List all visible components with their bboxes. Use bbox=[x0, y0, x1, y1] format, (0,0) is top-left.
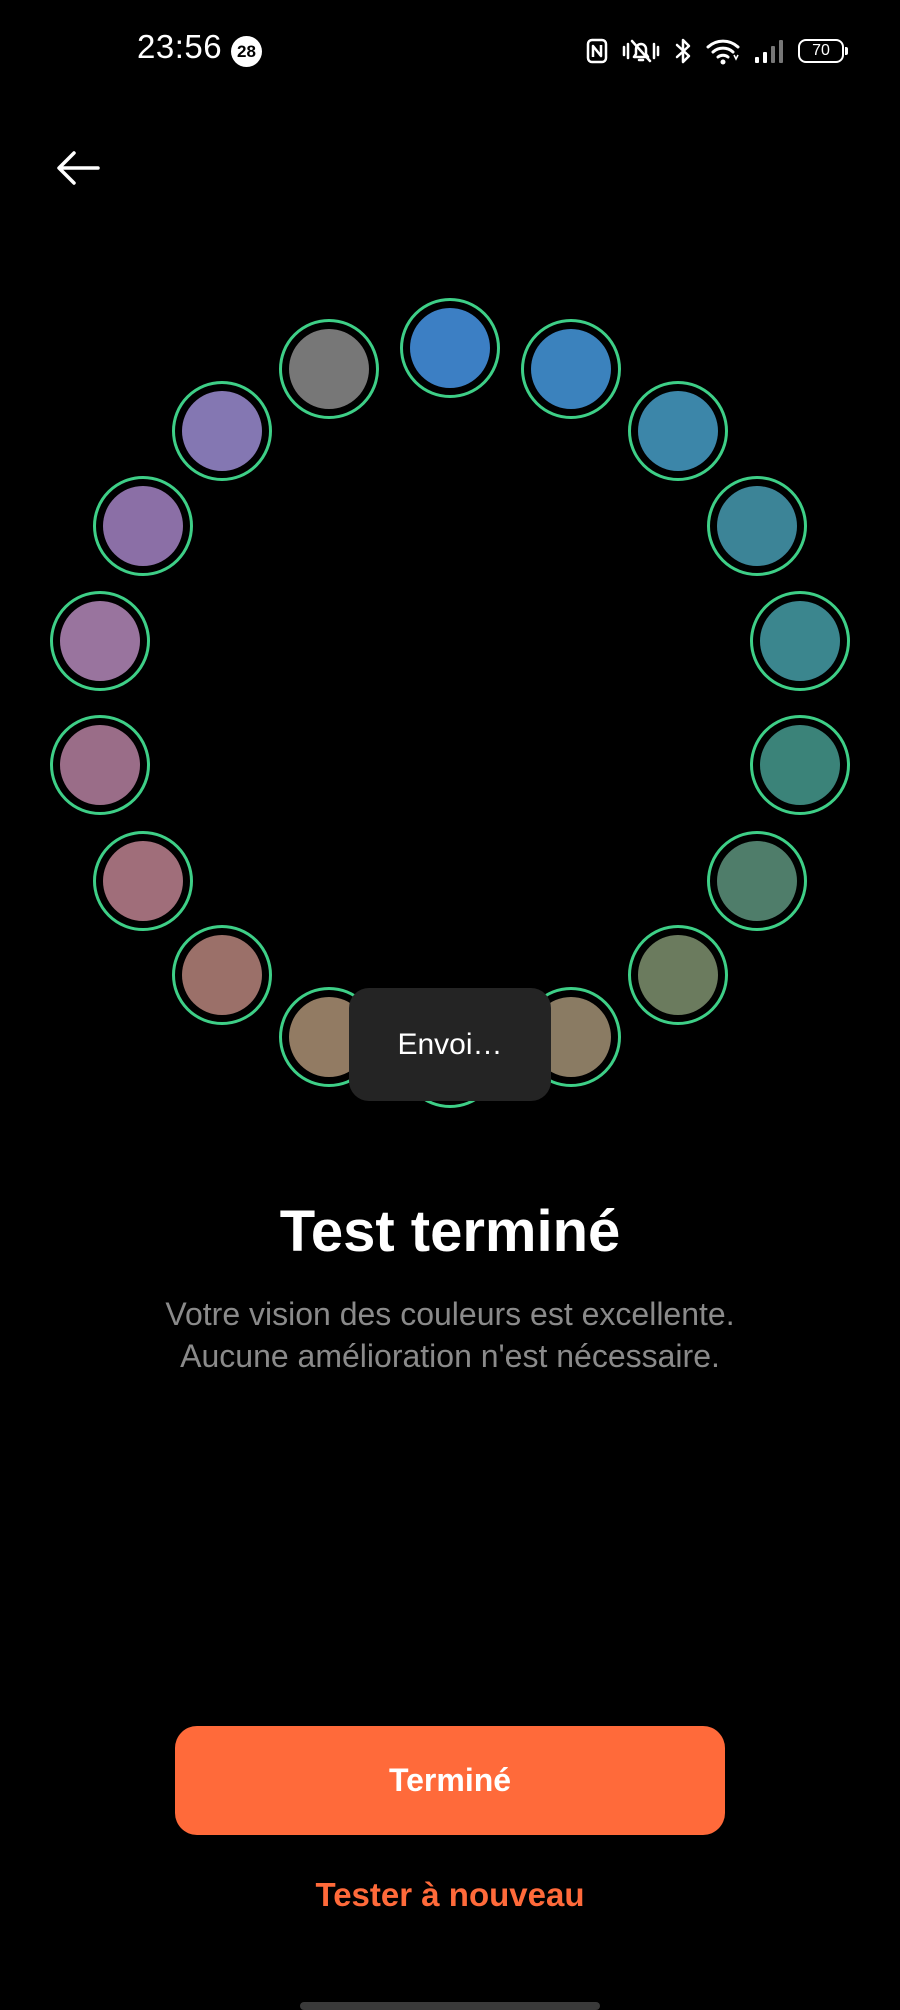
color-cap-fill bbox=[60, 601, 141, 682]
color-cap[interactable] bbox=[707, 475, 808, 576]
color-cap-fill bbox=[638, 391, 719, 472]
color-cap[interactable] bbox=[521, 319, 622, 420]
color-cap-fill bbox=[717, 840, 798, 921]
sending-toast: Envoi… bbox=[349, 988, 551, 1101]
color-cap[interactable] bbox=[171, 924, 272, 1025]
color-cap-fill bbox=[181, 934, 262, 1015]
home-indicator bbox=[300, 2002, 600, 2010]
color-cap-fill bbox=[638, 934, 719, 1015]
color-cap-fill bbox=[102, 840, 183, 921]
color-cap-fill bbox=[531, 329, 612, 410]
color-cap[interactable] bbox=[171, 381, 272, 482]
color-cap[interactable] bbox=[400, 298, 500, 398]
color-cap[interactable] bbox=[628, 381, 729, 482]
color-cap-fill bbox=[102, 485, 183, 566]
result-description: Votre vision des couleurs est excellente… bbox=[80, 1293, 820, 1377]
color-cap-fill bbox=[759, 601, 840, 682]
result-title: Test terminé bbox=[279, 1199, 621, 1264]
color-ring bbox=[0, 0, 900, 1108]
color-cap[interactable] bbox=[749, 591, 850, 692]
color-cap[interactable] bbox=[50, 714, 151, 815]
color-cap-fill bbox=[288, 329, 369, 410]
result-line-1: Votre vision des couleurs est excellente… bbox=[165, 1296, 735, 1332]
color-cap[interactable] bbox=[707, 830, 808, 931]
color-cap[interactable] bbox=[278, 319, 379, 420]
result-line-2: Aucune amélioration n'est nécessaire. bbox=[180, 1338, 720, 1374]
color-cap[interactable] bbox=[92, 475, 193, 576]
color-cap[interactable] bbox=[92, 830, 193, 931]
color-cap-fill bbox=[181, 391, 262, 472]
color-cap-fill bbox=[60, 724, 141, 805]
color-cap-fill bbox=[759, 724, 840, 805]
color-cap-fill bbox=[410, 308, 490, 388]
done-button[interactable]: Terminé bbox=[175, 1726, 725, 1835]
color-cap[interactable] bbox=[50, 591, 151, 692]
color-cap[interactable] bbox=[628, 924, 729, 1025]
color-cap-fill bbox=[717, 485, 798, 566]
color-cap[interactable] bbox=[749, 714, 850, 815]
retry-button[interactable]: Tester à nouveau bbox=[0, 1876, 900, 1914]
